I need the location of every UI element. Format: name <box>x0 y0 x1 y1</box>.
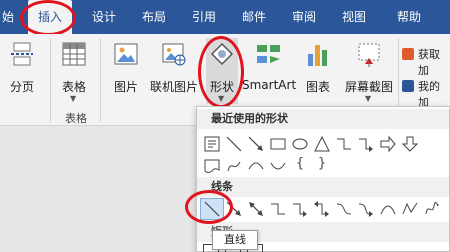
table-icon <box>62 42 86 66</box>
rectangle-shape-icon[interactable] <box>269 135 287 153</box>
online-picture-icon <box>162 43 186 66</box>
chevron-down-icon: ▼ <box>365 94 372 103</box>
picture-button[interactable]: 图片 <box>106 40 146 96</box>
addins-icon <box>402 80 414 92</box>
elbow-connector-icon[interactable] <box>335 135 353 153</box>
arrow-shape-icon[interactable] <box>247 135 265 153</box>
table-button[interactable]: 表格 ▼ <box>54 40 94 104</box>
scribble-icon[interactable] <box>423 200 441 218</box>
freeform-icon[interactable] <box>225 157 243 175</box>
triangle-shape-icon[interactable] <box>313 135 331 153</box>
right-brace-icon[interactable]: } <box>313 156 331 174</box>
smartart-icon <box>257 45 280 63</box>
double-arrow-line-icon[interactable] <box>247 200 265 218</box>
page-break-button[interactable]: 分页 <box>4 40 40 96</box>
lines-header: 线条 <box>197 177 449 197</box>
tab-design[interactable]: 设计 <box>84 0 124 34</box>
tab-review[interactable]: 审阅 <box>284 0 324 34</box>
tab-home[interactable]: 始 <box>0 0 20 34</box>
flowchart-document-icon[interactable] <box>203 157 221 175</box>
tab-layout[interactable]: 布局 <box>134 0 174 34</box>
page-break-icon <box>11 42 33 66</box>
group-separator <box>100 38 101 122</box>
chart-button[interactable]: 图表 <box>298 40 338 96</box>
highlight-ring-line-shape <box>185 190 233 224</box>
left-brace-icon[interactable]: { <box>291 156 309 174</box>
elbow-arrow-icon[interactable] <box>357 135 375 153</box>
curve-shape-icon[interactable] <box>269 157 287 175</box>
tab-view[interactable]: 视图 <box>334 0 374 34</box>
table-group-label: 表格 <box>65 112 87 125</box>
screenshot-button[interactable]: 屏幕截图 ▼ <box>342 40 396 104</box>
chevron-down-icon: ▼ <box>70 94 77 103</box>
screenshot-icon <box>358 43 380 67</box>
elbow-connector-line-icon[interactable] <box>269 200 287 218</box>
text-box-icon[interactable] <box>203 135 221 153</box>
smartart-button[interactable]: SmartArt <box>242 40 296 96</box>
store-icon <box>402 48 414 60</box>
highlight-ring-insert-tab <box>20 0 76 36</box>
picture-icon <box>114 43 138 65</box>
online-picture-button[interactable]: 联机图片 <box>146 40 202 96</box>
my-addins-button[interactable]: 我的加 <box>402 78 450 109</box>
oval-shape-icon[interactable] <box>291 135 309 153</box>
curve-line-icon[interactable] <box>379 200 397 218</box>
curved-arrow-connector-icon[interactable] <box>357 200 375 218</box>
recent-shapes-header: 最近使用的形状 <box>197 109 449 129</box>
chart-icon <box>308 45 327 66</box>
right-arrow-icon[interactable] <box>379 135 397 153</box>
tab-help[interactable]: 帮助 <box>386 0 432 34</box>
get-addins-button[interactable]: 获取加 <box>402 46 450 77</box>
elbow-arrow-connector-icon[interactable] <box>291 200 309 218</box>
group-separator <box>50 38 51 122</box>
curved-connector-icon[interactable] <box>335 200 353 218</box>
line-shape-icon[interactable] <box>225 135 243 153</box>
freeform-line-icon[interactable] <box>401 200 419 218</box>
arc-shape-icon[interactable] <box>247 157 265 175</box>
tab-mailings[interactable]: 邮件 <box>234 0 274 34</box>
elbow-double-arrow-icon[interactable] <box>313 200 331 218</box>
tooltip: 直线 <box>212 230 258 250</box>
down-arrow-icon[interactable] <box>401 135 419 153</box>
tab-references[interactable]: 引用 <box>184 0 224 34</box>
highlight-ring-shapes-button <box>198 36 244 108</box>
